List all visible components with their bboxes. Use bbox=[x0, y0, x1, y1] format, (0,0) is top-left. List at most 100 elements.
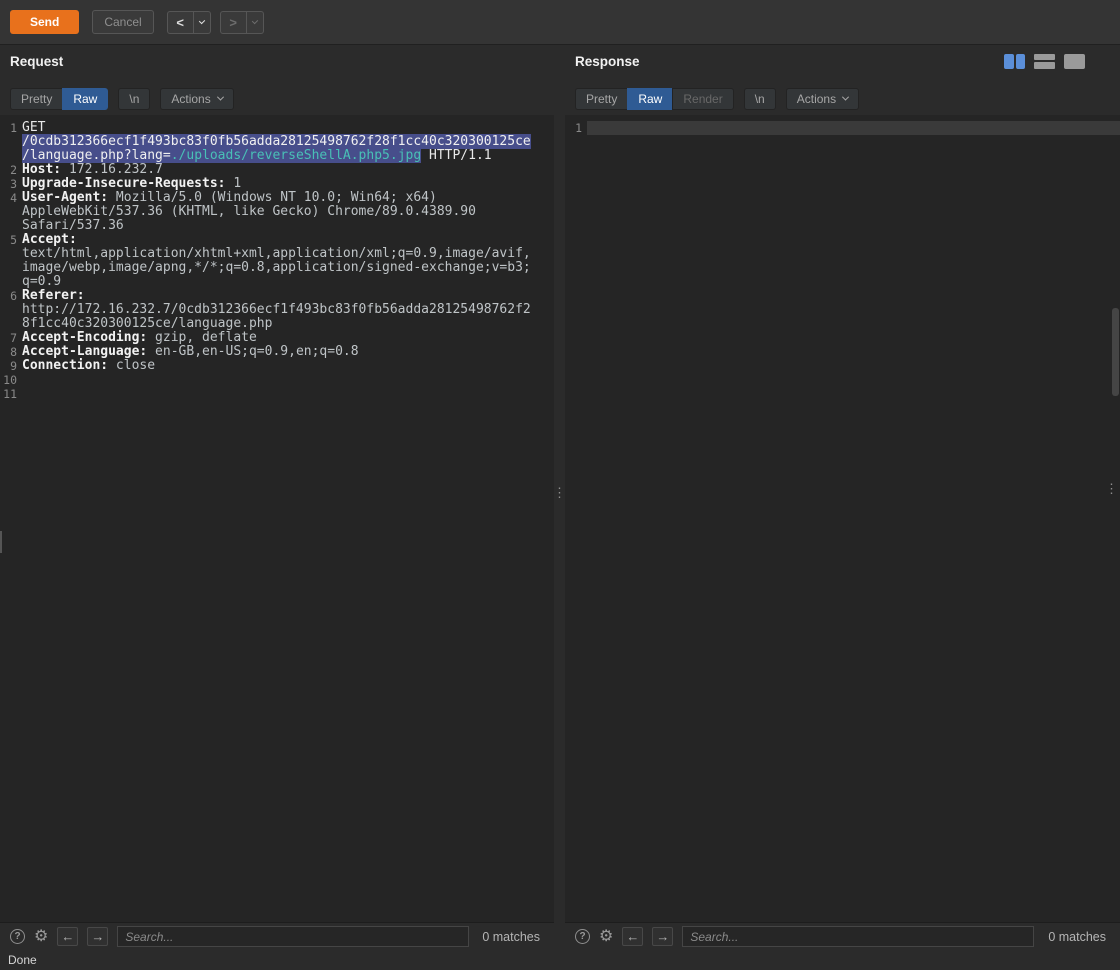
line-number: 1 bbox=[565, 121, 587, 135]
layout-switcher bbox=[1004, 54, 1085, 69]
search-next-button[interactable]: → bbox=[87, 927, 108, 946]
line-number bbox=[0, 247, 22, 261]
editor-line: 1 bbox=[565, 121, 1120, 135]
chevron-down-icon bbox=[252, 17, 258, 23]
editor-line: text/html,application/xhtml+xml,applicat… bbox=[0, 247, 554, 261]
line-number bbox=[0, 219, 22, 233]
line-content: Host: 172.16.232.7 bbox=[22, 163, 554, 177]
cancel-button[interactable]: Cancel bbox=[92, 10, 153, 34]
tab-label: Render bbox=[683, 93, 722, 105]
editor-line: /0cdb312366ecf1f493bc83f0fb56adda2812549… bbox=[0, 135, 554, 149]
tab-label: \n bbox=[755, 93, 765, 105]
response-panel: Response Pretty Raw Render \n Actions ⋮ 1 ? … bbox=[565, 45, 1120, 950]
history-back-button[interactable]: < bbox=[167, 11, 194, 34]
search-prev-button[interactable]: ← bbox=[622, 927, 643, 946]
history-back-dropdown[interactable] bbox=[194, 11, 211, 34]
history-forward-dropdown[interactable] bbox=[247, 11, 264, 34]
help-icon[interactable]: ? bbox=[10, 929, 25, 944]
tab-label: Pretty bbox=[586, 93, 617, 105]
line-content: Accept-Language: en-GB,en-US;q=0.9,en;q=… bbox=[22, 345, 554, 359]
request-panel: Request PrettyRaw \n Actions 1GET/0cdb3123… bbox=[0, 45, 554, 950]
response-searchbar: ? ⚙ ← → 0 matches bbox=[565, 922, 1120, 950]
tab-label: Raw bbox=[638, 93, 662, 105]
tab-actions[interactable]: Actions bbox=[786, 88, 859, 110]
line-number bbox=[0, 317, 22, 331]
line-content: Safari/537.36 bbox=[22, 219, 554, 233]
line-content: Accept: bbox=[22, 233, 554, 247]
layout-rows-icon[interactable] bbox=[1034, 54, 1055, 69]
line-content: http://172.16.232.7/0cdb312366ecf1f493bc… bbox=[22, 303, 554, 317]
response-title: Response bbox=[575, 54, 640, 69]
tab-raw[interactable]: Raw bbox=[62, 88, 108, 110]
editor-line: /language.php?lang=./uploads/reverseShel… bbox=[0, 149, 554, 163]
search-prev-button[interactable]: ← bbox=[57, 927, 78, 946]
tab-newline[interactable]: \n bbox=[118, 88, 150, 110]
help-icon[interactable]: ? bbox=[575, 929, 590, 944]
tab-render[interactable]: Render bbox=[672, 88, 733, 110]
line-content: /0cdb312366ecf1f493bc83f0fb56adda2812549… bbox=[22, 135, 554, 149]
line-number: 5 bbox=[0, 233, 22, 247]
editor-line: Safari/537.36 bbox=[0, 219, 554, 233]
search-input[interactable] bbox=[682, 926, 1034, 947]
line-content: AppleWebKit/537.36 (KHTML, like Gecko) C… bbox=[22, 205, 554, 219]
line-content: Referer: bbox=[22, 289, 554, 303]
history-forward-button[interactable]: > bbox=[220, 11, 247, 34]
line-number: 6 bbox=[0, 289, 22, 303]
editor-line: 9Connection: close bbox=[0, 359, 554, 373]
editor-line: AppleWebKit/537.36 (KHTML, like Gecko) C… bbox=[0, 205, 554, 219]
search-input[interactable] bbox=[117, 926, 469, 947]
status-bar: Done bbox=[0, 950, 1120, 970]
editor-line: 10 bbox=[0, 373, 554, 387]
line-number: 2 bbox=[0, 163, 22, 177]
search-match-count: 0 matches bbox=[482, 930, 544, 944]
tab-raw[interactable]: Raw bbox=[627, 88, 673, 110]
history-forward-icon: > bbox=[229, 15, 237, 30]
gear-icon[interactable]: ⚙ bbox=[599, 929, 613, 945]
editor-line: 1GET bbox=[0, 121, 554, 135]
line-content: Connection: close bbox=[22, 359, 554, 373]
line-number bbox=[0, 149, 22, 163]
line-number bbox=[0, 303, 22, 317]
line-number: 1 bbox=[0, 121, 22, 135]
request-editor[interactable]: 1GET/0cdb312366ecf1f493bc83f0fb56adda281… bbox=[0, 115, 554, 922]
request-header: Request bbox=[0, 45, 554, 77]
editor-line: 8f1cc40c320300125ce/language.php bbox=[0, 317, 554, 331]
response-scrollbar-thumb[interactable] bbox=[1112, 308, 1119, 396]
line-number bbox=[0, 135, 22, 149]
left-edge-divider[interactable] bbox=[0, 531, 2, 553]
editor-line: 6Referer: bbox=[0, 289, 554, 303]
line-content: /language.php?lang=./uploads/reverseShel… bbox=[22, 149, 554, 163]
repeater-toolbar: Send Cancel < > bbox=[0, 0, 1120, 45]
line-content bbox=[22, 387, 554, 401]
editor-line: 11 bbox=[0, 387, 554, 401]
line-number: 11 bbox=[0, 387, 22, 401]
layout-single-icon[interactable] bbox=[1064, 54, 1085, 69]
tab-newline[interactable]: \n bbox=[744, 88, 776, 110]
burp-repeater-window: Send Cancel < > Request PrettyRaw\nActio… bbox=[0, 0, 1120, 970]
chevron-down-icon bbox=[842, 93, 849, 100]
response-editor[interactable]: ⋮ 1 bbox=[565, 115, 1120, 922]
line-content: GET bbox=[22, 121, 554, 135]
response-tabbar: Pretty Raw Render \n Actions bbox=[565, 88, 1120, 110]
line-content: User-Agent: Mozilla/5.0 (Windows NT 10.0… bbox=[22, 191, 554, 205]
line-number bbox=[0, 275, 22, 289]
gear-icon[interactable]: ⚙ bbox=[34, 929, 48, 945]
line-number: 4 bbox=[0, 191, 22, 205]
layout-columns-icon[interactable] bbox=[1004, 54, 1025, 69]
tab-pretty[interactable]: Pretty bbox=[575, 88, 628, 110]
line-content: 8f1cc40c320300125ce/language.php bbox=[22, 317, 554, 331]
response-header: Response bbox=[565, 45, 1120, 77]
tab-label: Actions bbox=[171, 93, 210, 105]
panel-divider[interactable]: ⋮ bbox=[554, 45, 565, 950]
line-number bbox=[0, 261, 22, 275]
request-title: Request bbox=[10, 54, 63, 69]
send-button[interactable]: Send bbox=[10, 10, 79, 34]
search-next-button[interactable]: → bbox=[652, 927, 673, 946]
line-number: 3 bbox=[0, 177, 22, 191]
history-forward-split: > bbox=[220, 11, 264, 34]
tab-actions[interactable]: Actions bbox=[160, 88, 233, 110]
right-divider-grip-icon: ⋮ bbox=[1105, 483, 1118, 496]
tab-pretty[interactable]: Pretty bbox=[10, 88, 63, 110]
line-content: Accept-Encoding: gzip, deflate bbox=[22, 331, 554, 345]
editor-line: 8Accept-Language: en-GB,en-US;q=0.9,en;q… bbox=[0, 345, 554, 359]
